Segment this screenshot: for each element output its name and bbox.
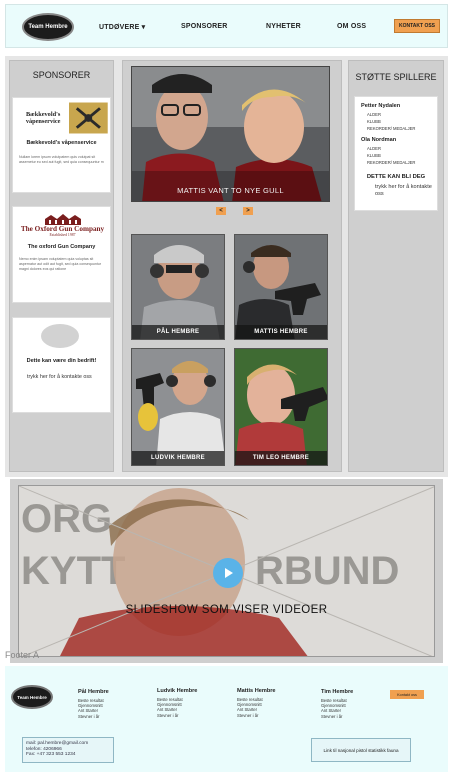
footer-player-name[interactable]: Pål Hembre [78,689,109,695]
player-name: PÅL HEMBRE [132,325,224,339]
baekkevold-logo: Bækkevold's våpenservice [17,102,108,134]
player-name: MATTIS HEMBRE [235,325,327,339]
player-name: TIM LEO HEMBRE [235,451,327,465]
sponsor-description: Nemo enim ipsam voluptatem quia voluptas… [19,257,102,271]
player-photo [132,349,224,465]
player-card-pal[interactable]: PÅL HEMBRE [131,234,225,340]
bg-text: KYTT [21,549,125,593]
nav-item-nyheter[interactable]: NYHETER [266,23,301,30]
footer-player-name[interactable]: Tim Hembre [321,689,353,695]
support-contact-link[interactable]: trykk her for å kontakte oss [375,184,433,198]
nav-item-sponsorer[interactable]: SPONSORER [181,23,228,30]
sponsor-name: The oxford Gun Company [27,244,96,250]
footer-player-column: Ludvik Hembre Beste resultat Gjennomsnit… [157,688,197,718]
footer-stat: Stevner i år [237,712,259,718]
sponsor-description: Nullam lorem ipsum volutpatem quis volut… [19,155,104,164]
placeholder-title: Dette kan være din bedrift! [26,358,97,364]
player-photo [235,349,327,465]
slideshow-next-button[interactable]: > [243,207,253,215]
contact-fax: Fax: +47 323 553 1234 [26,752,76,758]
oxford-logo: The Oxford Gun Company Established 1987 [17,209,108,241]
contact-button[interactable]: KONTAKT OSS [394,19,440,33]
sponsor-name: Bækkevold's våpenservice [26,140,97,146]
support-title: STØTTE SPILLERE [355,72,437,82]
placeholder-contact-link[interactable]: trykk her for å kontakte oss [27,374,101,381]
footer-contact-button[interactable]: Kontakt oss [390,690,424,699]
crossed-guns-icon [69,102,108,134]
sponsor-card-placeholder[interactable]: Dette kan være din bedrift! trykk her fo… [12,317,111,413]
nav-item-om-oss[interactable]: OM OSS [337,23,366,30]
footer-stat: Stevner i år [78,713,100,719]
footer-stat: Stevner i år [157,712,179,718]
baekkevold-logo-text: Bækkevold's våpenservice [25,111,61,125]
oxford-logo-sub: Established 1987 [49,233,76,237]
building-icon [44,214,81,225]
footer-label: Footer A [5,650,40,660]
footer-logo-text: Team Hembre [17,694,47,700]
video-caption: SLIDESHOW SOM VISER VIDEOER [125,604,328,616]
player-card-mattis[interactable]: MATTIS HEMBRE [234,234,328,340]
hero-caption: MATTIS VANT TO NYE GULL [177,186,284,195]
footer-player-column: Tim Hembre Beste resultat Gjennomsnitt A… [321,689,353,719]
team-logo[interactable]: Team Hembre [22,13,74,41]
support-detail: ALDER [367,112,381,117]
become-supporter-title: DETTE KAN BLI DEG [366,174,426,180]
footer-player-column: Mattis Hembre Beste resultat Gjennomsnit… [237,688,276,718]
statistics-link[interactable]: Link til nasjonal pistol statistikk faun… [311,738,411,762]
nav-item-utdovere[interactable]: UTDØVERE ▾ [99,23,145,31]
play-button[interactable] [213,558,243,588]
footer-player-name[interactable]: Ludvik Hembre [157,688,197,694]
support-player-name[interactable]: Ola Nordman [361,137,396,143]
player-name: LUDVIK HEMBRE [132,451,224,465]
oxford-logo-text: The Oxford Gun Company [20,225,105,233]
player-card-tim-leo[interactable]: TIM LEO HEMBRE [234,348,328,466]
slideshow-prev-button[interactable]: < [216,207,226,215]
support-detail: REKORDER/ MEDALJER [367,126,416,131]
support-player-name[interactable]: Petter Nydalen [361,103,400,109]
placeholder-logo [41,324,79,348]
play-icon [225,568,233,578]
sponsor-card-oxford[interactable]: The Oxford Gun Company Established 1987 … [12,206,111,303]
footer-player-name[interactable]: Mattis Hembre [237,688,276,694]
support-detail: REKORDER/ MEDALJER [367,160,416,165]
logo-text: Team Hembre [28,24,68,30]
player-card-ludvik[interactable]: LUDVIK HEMBRE [131,348,225,466]
footer-logo[interactable]: Team Hembre [11,685,53,709]
footer-player-column: Pål Hembre Beste resultat Gjennomsnitt A… [78,689,109,719]
support-detail: ALDER [367,146,381,151]
site-header: Team Hembre UTDØVERE ▾ SPONSORER NYHETER… [5,4,448,48]
sponsor-title: SPONSORER [32,70,91,80]
contact-info-box: mail: pal.hembre@gmail.com telefon: 4206… [22,737,114,763]
hero-photo [132,67,329,201]
footer-stat: Stevner i år [321,713,343,719]
support-detail: KLUBB [367,119,381,124]
support-detail: KLUBB [367,153,381,158]
hero-slideshow[interactable]: MATTIS VANT TO NYE GULL [131,66,330,202]
support-list: Petter Nydalen ALDER KLUBB REKORDER/ MED… [354,96,438,211]
bg-text: RBUND [255,549,399,593]
sponsor-card-baekkevold[interactable]: Bækkevold's våpenservice Bækkevold's våp… [12,97,111,193]
